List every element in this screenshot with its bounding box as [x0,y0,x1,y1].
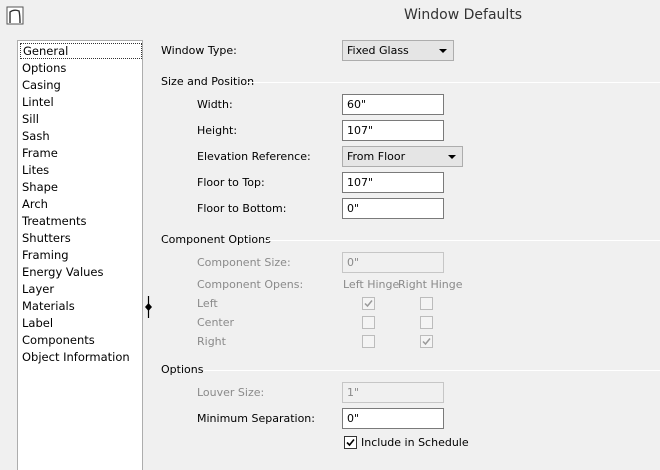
panel-splitter-handle[interactable] [144,295,153,319]
category-item-arch[interactable]: Arch [20,196,142,212]
minimum-separation-label: Minimum Separation: [197,412,315,425]
checkmark-icon [346,438,355,447]
height-label: Height: [197,124,238,137]
options-heading: Options [161,363,204,376]
window-title: Window Defaults [404,7,523,23]
louver-size-field[interactable]: 1" [342,382,444,403]
floor-to-bottom-field[interactable]: 0" [342,198,444,219]
center-row-left-hinge-checkbox[interactable] [362,316,375,329]
category-item-general[interactable]: General [20,43,142,59]
elevation-reference-value: From Floor [347,150,406,163]
floor-to-top-field[interactable]: 107" [342,172,444,193]
category-item-shutters[interactable]: Shutters [20,230,142,246]
chevron-down-icon [439,49,447,53]
include-in-schedule-label[interactable]: Include in Schedule [361,436,469,450]
left-row-right-hinge-checkbox[interactable] [420,297,433,310]
louver-size-label: Louver Size: [197,386,265,399]
center-row-right-hinge-checkbox[interactable] [420,316,433,329]
section-divider [204,370,660,371]
category-item-energy-values[interactable]: Energy Values [20,264,142,280]
opens-left-label: Left [197,297,218,310]
category-item-sash[interactable]: Sash [20,128,142,144]
section-divider [247,82,660,83]
category-item-frame[interactable]: Frame [20,145,142,161]
app-logo-icon [6,6,24,25]
elevation-reference-label: Elevation Reference: [197,150,311,163]
section-divider [264,240,660,241]
options-section: Options [161,363,660,377]
category-item-object-information[interactable]: Object Information [20,349,142,365]
category-item-lites[interactable]: Lites [20,162,142,178]
component-size-field[interactable]: 0" [342,252,444,273]
floor-to-top-label: Floor to Top: [197,176,265,189]
category-item-sill[interactable]: Sill [20,111,142,127]
left-row-left-hinge-checkbox[interactable] [362,297,375,310]
checkmark-icon [422,338,431,346]
category-item-framing[interactable]: Framing [20,247,142,263]
window-type-value: Fixed Glass [347,44,409,57]
window-type-select[interactable]: Fixed Glass [342,40,454,61]
category-item-materials[interactable]: Materials [20,298,142,314]
left-hinge-header: Left Hinge [343,278,400,291]
size-position-section: Size and Position [161,75,660,89]
opens-right-label: Right [197,335,226,348]
chevron-down-icon [448,155,456,159]
window-type-label: Window Type: [161,44,237,57]
category-item-treatments[interactable]: Treatments [20,213,142,229]
category-list[interactable]: General Options Casing Lintel Sill Sash … [17,40,143,470]
floor-to-bottom-label: Floor to Bottom: [197,202,287,215]
category-item-layer[interactable]: Layer [20,281,142,297]
width-field[interactable]: 60" [342,94,444,115]
title-bar: Window Defaults [0,0,660,32]
opens-center-label: Center [197,316,235,329]
right-row-left-hinge-checkbox[interactable] [362,335,375,348]
width-label: Width: [197,98,233,111]
checkmark-icon [364,300,373,308]
component-options-section: Component Options [161,233,660,247]
component-options-heading: Component Options [161,233,271,246]
category-item-lintel[interactable]: Lintel [20,94,142,110]
category-item-label[interactable]: Label [20,315,142,331]
include-in-schedule-checkbox[interactable] [344,436,357,449]
elevation-reference-select[interactable]: From Floor [342,146,463,167]
category-item-options[interactable]: Options [20,60,142,76]
right-row-right-hinge-checkbox[interactable] [420,335,433,348]
size-position-heading: Size and Position [161,75,255,88]
component-size-label: Component Size: [197,256,291,269]
height-field[interactable]: 107" [342,120,444,141]
minimum-separation-field[interactable]: 0" [342,408,444,429]
category-item-shape[interactable]: Shape [20,179,142,195]
component-opens-label: Component Opens: [197,278,304,291]
category-item-components[interactable]: Components [20,332,142,348]
right-hinge-header: Right Hinge [398,278,463,291]
category-item-casing[interactable]: Casing [20,77,142,93]
